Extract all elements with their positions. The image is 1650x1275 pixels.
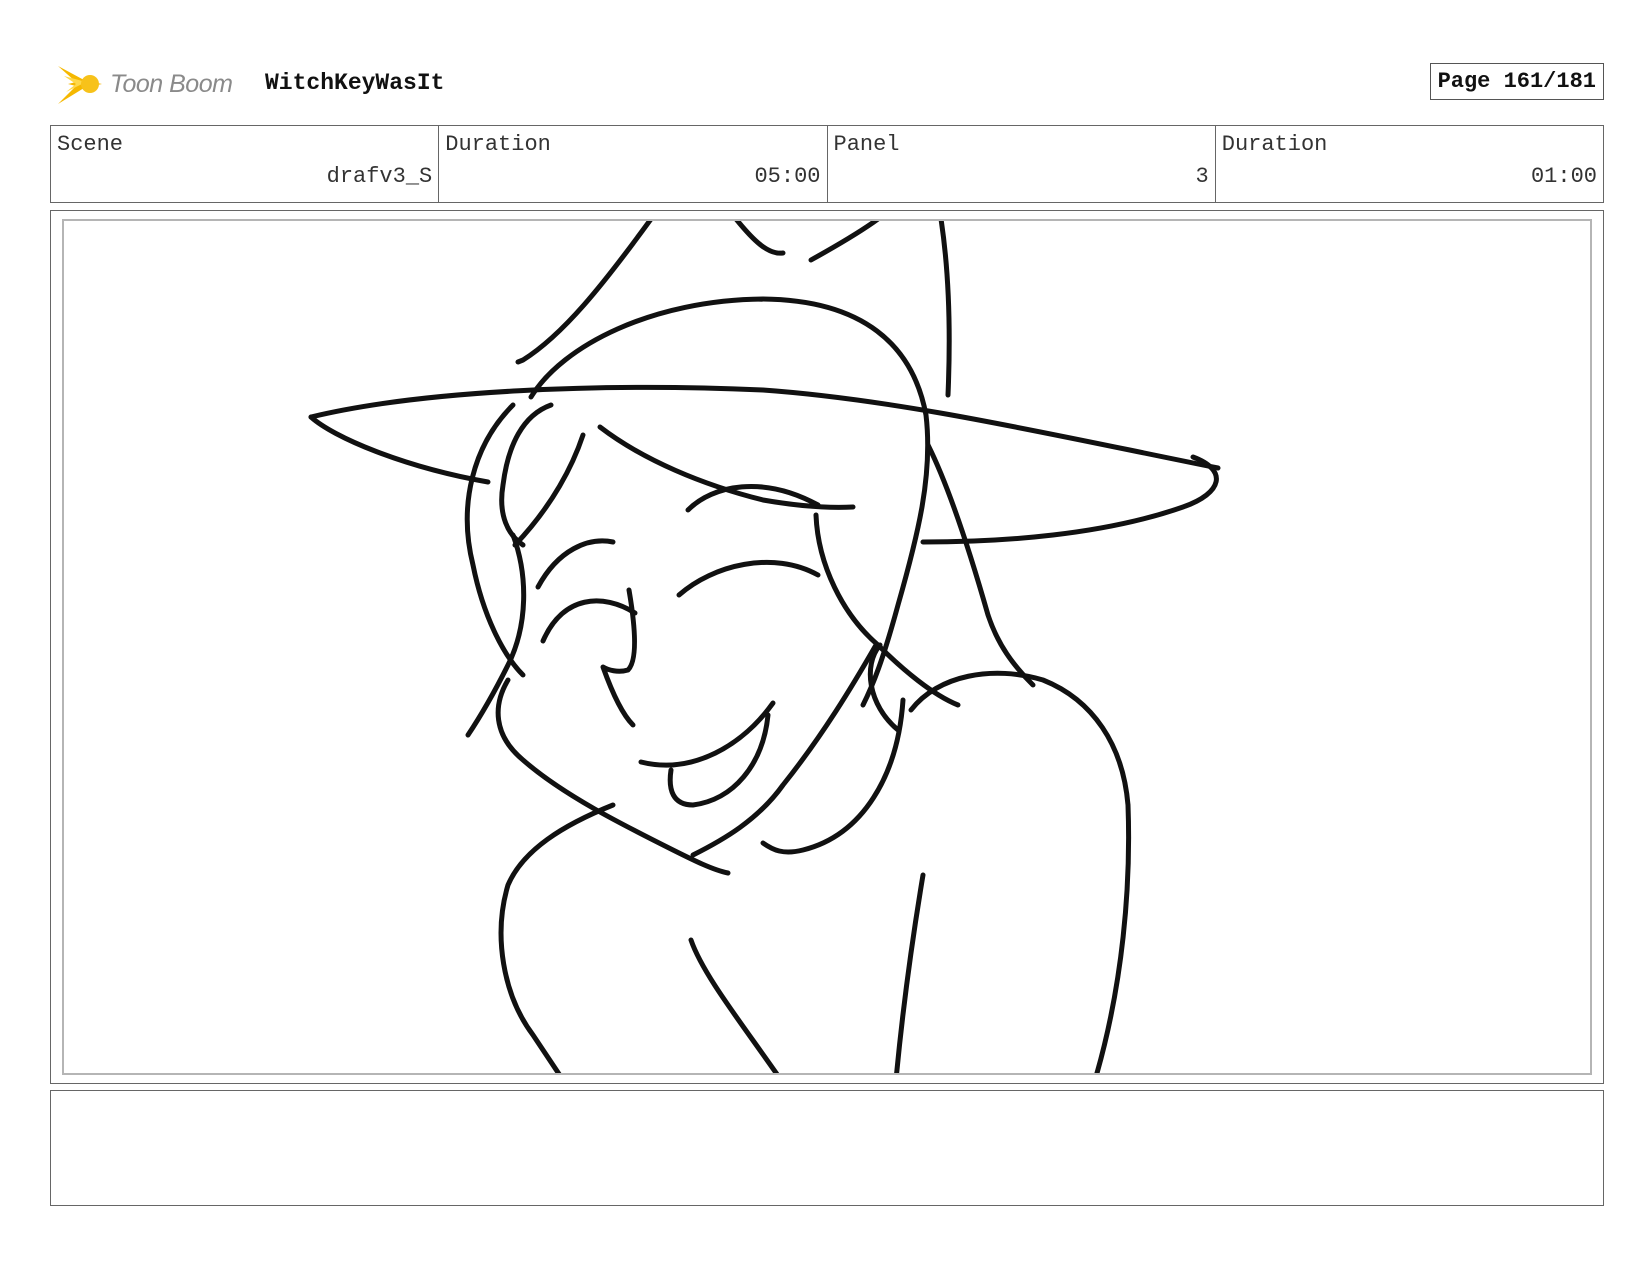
panel-image-area [62,219,1592,1075]
page-indicator: Page 161/181 [1429,63,1604,100]
hat-brim-left [308,414,491,485]
hair-left-strand [499,402,554,548]
neck-right [760,697,906,855]
hat-crown-tip [734,221,786,256]
toon-boom-star-icon [58,66,102,104]
mouth [638,700,776,768]
eye-right [676,559,821,598]
panel-cell: Panel 3 [828,126,1216,202]
logo-text: Toon Boom [110,69,233,98]
project-title: WitchKeyWasIt [265,70,445,96]
sketch-drawing [308,221,1221,1073]
hat-crown-left [515,221,653,365]
hair-fringe [512,432,586,548]
hat-brim-top [308,384,1221,471]
scene-duration-label: Duration [445,132,551,157]
scene-duration-cell: Duration 05:00 [439,126,828,202]
nose [600,587,637,728]
scene-duration-value: 05:00 [754,164,821,189]
head-top [528,296,931,708]
shoulder-right [908,670,1132,1073]
panel-label: Panel [833,132,900,157]
eye-left [540,598,638,644]
hat-brim-right [920,454,1219,545]
panel-notes [50,1090,1604,1206]
panel-duration-cell: Duration 01:00 [1216,126,1603,202]
hair-right-outer [925,442,1036,688]
scene-cell: Scene drafv3_S [51,126,440,202]
shoulder-left [498,802,616,1073]
scene-value: drafv3_S [326,164,433,189]
hat-crown-fold [808,221,880,263]
forehead-line [597,424,856,510]
storyboard-header: Toon Boom WitchKeyWasIt Page 161/181 [50,58,1604,110]
toon-boom-logo: Toon Boom [54,58,254,110]
panel-frame [50,210,1604,1084]
chest-line-right [894,872,926,1073]
panel-duration-value: 01:00 [1530,164,1597,189]
chest-line-left [688,937,780,1073]
eye-left-upper [535,538,616,590]
jaw-left [495,677,731,876]
hat-crown-right [938,221,952,398]
scene-info-table: Scene drafv3_S Duration 05:00 Panel 3 Du… [50,125,1604,203]
panel-value: 3 [1195,164,1209,189]
scene-label: Scene [57,132,124,157]
panel-duration-label: Duration [1221,132,1328,157]
